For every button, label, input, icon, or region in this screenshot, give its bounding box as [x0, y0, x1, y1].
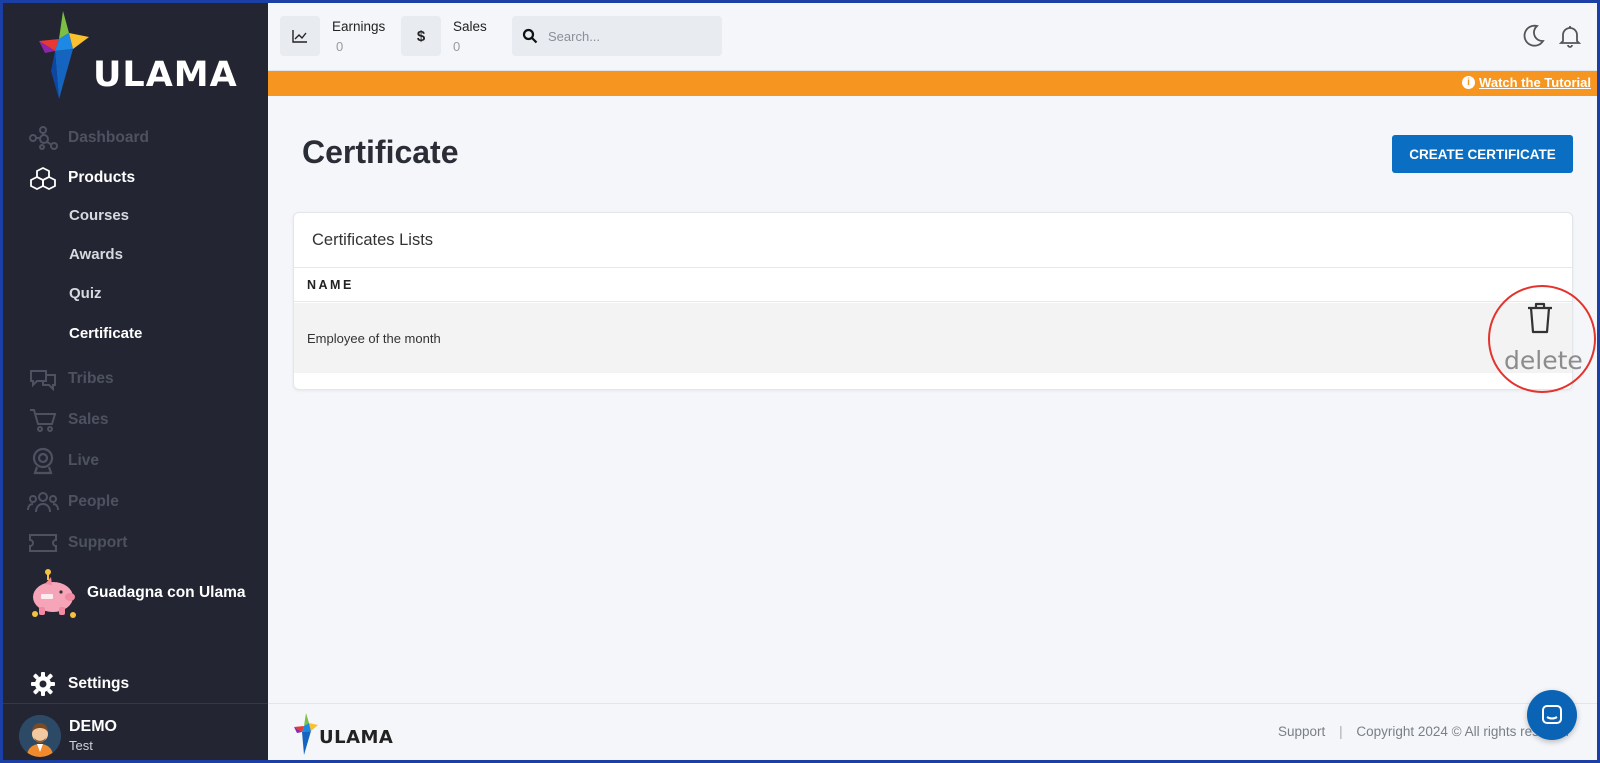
- dark-mode-toggle[interactable]: [1518, 21, 1548, 51]
- tutorial-banner: i Watch the Tutorial: [268, 71, 1597, 96]
- create-certificate-button[interactable]: CREATE CERTIFICATE: [1392, 135, 1573, 173]
- sidebar-item-label: People: [68, 493, 119, 510]
- bell-icon: [1558, 26, 1582, 48]
- footer-logo: ULAMA: [292, 713, 402, 757]
- user-name: DEMO: [69, 718, 117, 735]
- bird-logo-icon: [294, 713, 318, 755]
- logo-text: ULAMA: [93, 55, 238, 95]
- footer-support-link[interactable]: Support: [1278, 724, 1325, 739]
- search-box[interactable]: [512, 16, 722, 56]
- promo-earn-with-ulama[interactable]: Guadagna con Ulama: [27, 565, 262, 621]
- avatar: [19, 715, 61, 757]
- piggy-bank-icon: [32, 569, 76, 618]
- chat-icon: [1542, 705, 1562, 724]
- user-role: Test: [69, 738, 93, 753]
- earnings-value: 0: [336, 39, 344, 54]
- sidebar-item-sales[interactable]: Sales: [3, 403, 268, 437]
- footer: ULAMA Support | Copyright 2024 © All rig…: [268, 703, 1597, 760]
- cubes-icon: [27, 164, 59, 192]
- sidebar-subitem-certificate[interactable]: Certificate: [69, 319, 142, 347]
- network-icon: [27, 124, 59, 152]
- watch-tutorial-link[interactable]: i Watch the Tutorial: [1462, 75, 1591, 90]
- sidebar-item-label: Dashboard: [68, 129, 149, 146]
- footer-separator: |: [1339, 724, 1343, 739]
- sales-label: Sales: [453, 19, 487, 34]
- certificates-card: Certificates Lists NAME Employee of the …: [293, 212, 1573, 390]
- sidebar-item-label: Products: [68, 169, 136, 186]
- chat-bubbles-icon: [27, 365, 59, 393]
- sidebar-item-tribes[interactable]: Tribes: [3, 362, 268, 396]
- search-icon: [522, 28, 538, 44]
- sidebar-item-dashboard[interactable]: Dashboard: [3, 121, 268, 155]
- chart-line-icon: [280, 16, 320, 56]
- chat-launcher-button[interactable]: [1527, 690, 1577, 740]
- footer-links: Support | Copyright 2024 © All rights re…: [1278, 724, 1568, 739]
- sidebar-item-label: Tribes: [68, 370, 114, 387]
- certificate-name-cell: Employee of the month: [307, 330, 441, 346]
- promo-label: Guadagna con Ulama: [87, 584, 246, 601]
- sidebar: ULAMA Dashboard Products Courses Awards …: [3, 3, 268, 760]
- cart-icon: [27, 406, 59, 434]
- sidebar-subitem-quiz[interactable]: Quiz: [69, 279, 102, 307]
- delete-button[interactable]: [1522, 300, 1558, 336]
- sidebar-item-label: Sales: [68, 411, 109, 428]
- info-icon: i: [1462, 76, 1476, 89]
- sidebar-item-people[interactable]: People: [3, 485, 268, 519]
- sidebar-subitem-awards[interactable]: Awards: [69, 240, 123, 268]
- ticket-icon: [27, 529, 59, 557]
- people-icon: [27, 488, 59, 516]
- sidebar-item-support[interactable]: Support: [3, 526, 268, 560]
- sales-value: 0: [453, 39, 461, 54]
- sidebar-item-label: Settings: [68, 675, 130, 692]
- table-row[interactable]: Employee of the month: [294, 303, 1572, 373]
- trash-icon: [1528, 302, 1552, 334]
- topbar: Earnings 0 $ Sales 0: [268, 3, 1597, 71]
- sidebar-item-settings[interactable]: Settings: [3, 667, 268, 701]
- delete-label: delete: [1504, 346, 1583, 375]
- sidebar-item-live[interactable]: Live: [3, 444, 268, 478]
- moon-icon: [1523, 24, 1545, 47]
- page-title: Certificate: [302, 134, 459, 170]
- earnings-label: Earnings: [332, 19, 386, 34]
- sidebar-subitem-courses[interactable]: Courses: [69, 201, 129, 229]
- webcam-icon: [27, 447, 59, 475]
- table-header: NAME: [294, 267, 1572, 302]
- search-input[interactable]: [548, 28, 708, 44]
- bird-logo-icon: [39, 11, 89, 99]
- card-title: Certificates Lists: [312, 231, 434, 249]
- ulama-logo[interactable]: ULAMA: [33, 11, 243, 103]
- tutorial-link-label: Watch the Tutorial: [1479, 75, 1591, 90]
- sidebar-item-label: Live: [68, 452, 100, 469]
- sidebar-item-label: Support: [68, 534, 128, 551]
- gear-icon: [27, 670, 59, 698]
- notifications-button[interactable]: [1555, 21, 1585, 51]
- user-profile[interactable]: DEMO Test: [3, 703, 268, 760]
- dollar-icon: $: [401, 16, 441, 56]
- sidebar-item-products[interactable]: Products: [3, 161, 268, 195]
- column-header-name: NAME: [307, 277, 354, 292]
- footer-logo-text: ULAMA: [319, 727, 394, 748]
